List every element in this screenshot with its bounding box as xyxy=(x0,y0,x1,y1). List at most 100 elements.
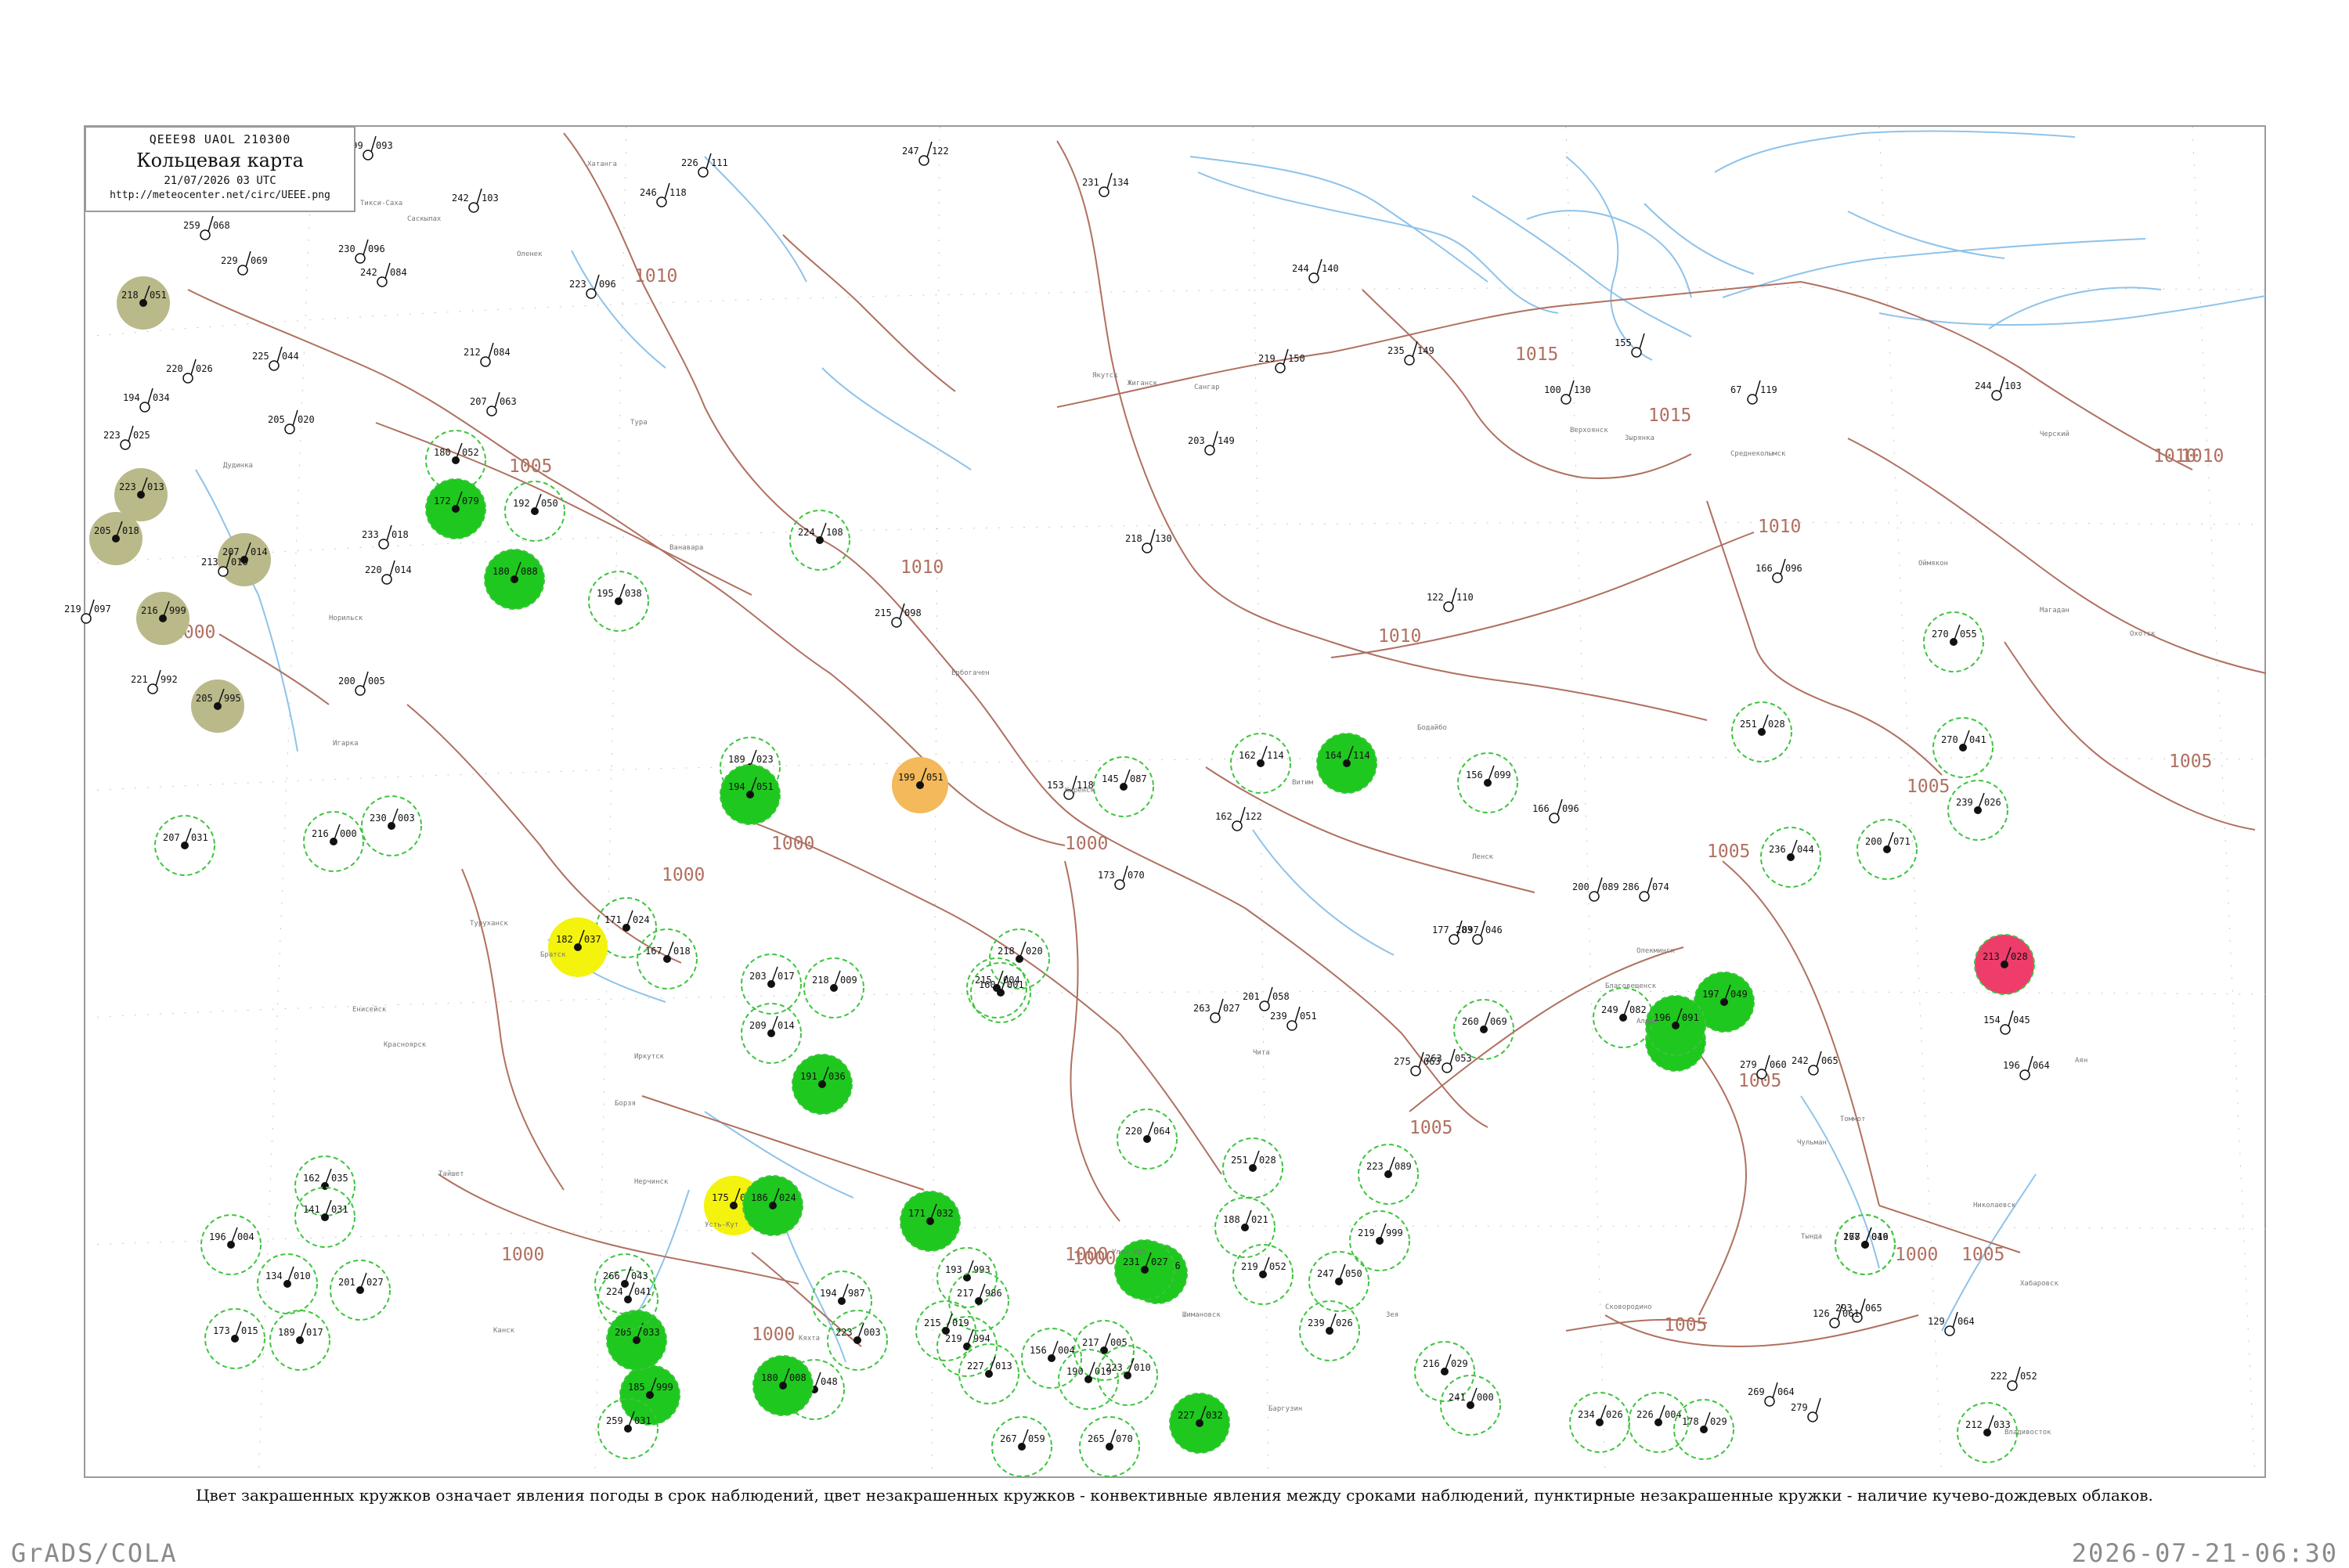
station-pressure: 229 xyxy=(221,255,238,266)
station-tendency: 015 xyxy=(241,1325,258,1336)
station-pressure: 203 xyxy=(1188,435,1205,446)
plain-station: 219 150 xyxy=(1258,348,1305,373)
weather-station: 160 001 xyxy=(970,962,1031,1023)
station-tendency: 031 xyxy=(634,1415,651,1426)
town-label: Жиганск xyxy=(1128,380,1158,387)
station-pressure: 231 xyxy=(1082,177,1099,188)
isobar-label: 1015 xyxy=(1515,344,1558,365)
wind-barb xyxy=(230,1227,238,1245)
town-label: Бодайбо xyxy=(1417,723,1447,732)
station-tendency: 043 xyxy=(631,1271,648,1281)
weather-station: 265 070 xyxy=(1079,1416,1140,1477)
isobar-label: 1005 xyxy=(1409,1118,1452,1138)
station-pressure: 236 xyxy=(1769,844,1786,855)
weather-station: 230 003 xyxy=(361,795,422,856)
plain-station: 200 089 xyxy=(1572,877,1619,902)
station-tendency: 000 xyxy=(340,828,357,839)
station-pressure: 216 xyxy=(141,605,158,616)
station-tendency: 004 xyxy=(1665,1409,1682,1420)
weather-station: 270 041 xyxy=(1932,717,1994,778)
plain-station: 259 068 xyxy=(183,215,230,240)
town-label: Кяхта xyxy=(799,1335,820,1343)
station-pressure: 197 xyxy=(1702,989,1719,1000)
station-pressure: 244 xyxy=(1292,263,1309,274)
station-tendency: 003 xyxy=(864,1327,881,1338)
station-tendency: 995 xyxy=(224,693,241,704)
wind-barb xyxy=(1639,333,1645,350)
weather-station: 219 999 xyxy=(1349,1210,1410,1271)
weather-station: 236 044 xyxy=(1760,827,1821,888)
plain-station: 219 097 xyxy=(64,599,111,624)
station-tendency: 051 xyxy=(926,772,944,783)
station-tendency: 010 xyxy=(294,1271,311,1281)
station-pressure: 217 xyxy=(1082,1337,1099,1348)
station-pressure: 230 xyxy=(338,243,355,254)
weather-station: 195 038 xyxy=(588,571,649,632)
station-pressure: 207 xyxy=(470,396,487,407)
weather-station: 251 028 xyxy=(1222,1137,1283,1199)
station-tendency: 027 xyxy=(366,1277,384,1288)
station-tendency: 014 xyxy=(395,564,412,575)
station-tendency: 041 xyxy=(1969,734,1986,745)
weather-station: 156 099 xyxy=(1457,752,1518,813)
wind-barb xyxy=(1599,1404,1607,1423)
station-pressure: 134 xyxy=(265,1271,283,1281)
station-tendency: 064 xyxy=(1777,1386,1795,1397)
rivers-and-coast xyxy=(195,130,2267,1363)
weather-station: 196 091 xyxy=(1645,995,1706,1056)
station-pressure: 126 xyxy=(1813,1308,1830,1319)
station-tendency: 021 xyxy=(1251,1214,1268,1225)
station-tendency: 005 xyxy=(368,676,385,687)
station-pressure: 213 xyxy=(201,557,218,568)
town-label: Киренск xyxy=(1065,787,1095,795)
station-tendency: 031 xyxy=(191,832,208,843)
wind-barb xyxy=(1262,1256,1270,1275)
source-url: http://meteocenter.net/circ/UEEE.png xyxy=(110,189,330,201)
station-pressure: 67 xyxy=(1730,384,1741,395)
station-tendency: 103 xyxy=(2004,380,2022,391)
town-label: Дудинка xyxy=(223,462,253,470)
weather-station: 189 017 xyxy=(269,1310,330,1371)
station-tendency: 082 xyxy=(1629,1004,1647,1015)
station-tendency: 098 xyxy=(904,607,922,618)
station-pressure: 171 xyxy=(908,1208,926,1219)
station-pressure: 279 xyxy=(1791,1402,1808,1413)
weather-station: 205 995 xyxy=(191,679,244,733)
isobar-label: 1005 xyxy=(509,456,552,477)
station-pressure: 178 xyxy=(1682,1416,1699,1427)
station-tendency: 058 xyxy=(1272,991,1290,1002)
station-pressure: 200 xyxy=(1865,836,1882,847)
town-label: Братск xyxy=(540,951,566,959)
station-tendency: 096 xyxy=(1785,563,1802,574)
station-pressure: 220 xyxy=(166,363,183,374)
weather-station: 226 004 xyxy=(1628,1392,1689,1453)
station-tendency: 103 xyxy=(482,193,499,204)
station-pressure: 233 xyxy=(362,529,379,540)
station-pressure: 218 xyxy=(998,946,1015,957)
plain-station: 283 046 xyxy=(1456,920,1503,945)
station-pressure: 220 xyxy=(365,564,382,575)
weather-station: 171 032 xyxy=(900,1191,961,1252)
town-label: Чита xyxy=(1253,1049,1270,1057)
station-pressure: 260 xyxy=(1462,1016,1479,1027)
station-tendency: 008 xyxy=(789,1372,806,1383)
station-pressure: 216 xyxy=(1423,1358,1440,1369)
plain-station-layer: 199 093 226 111 247 122 231 134 242 103 246 118 229 0… xyxy=(64,135,2156,1436)
plain-station: 275 063 xyxy=(1394,1051,1441,1076)
station-tendency: 023 xyxy=(756,754,774,765)
station-pressure: 216 xyxy=(312,828,329,839)
wind-barb xyxy=(1387,1156,1395,1175)
isobar-label: 1000 xyxy=(771,834,814,854)
plain-station: 220 026 xyxy=(166,359,213,384)
town-label: Ленск xyxy=(1472,853,1494,861)
station-pressure: 275 xyxy=(1394,1056,1411,1067)
wind-barb xyxy=(1761,714,1769,733)
wind-barb xyxy=(945,1313,953,1332)
station-tendency: 108 xyxy=(826,527,843,538)
station-pressure: 223 xyxy=(1366,1161,1384,1172)
wind-barb xyxy=(988,1356,996,1375)
station-pressure: 156 xyxy=(1030,1345,1047,1356)
wind-barb xyxy=(324,1168,332,1187)
station-tendency: 053 xyxy=(1455,1053,1472,1064)
station-tendency: 096 xyxy=(599,279,616,290)
